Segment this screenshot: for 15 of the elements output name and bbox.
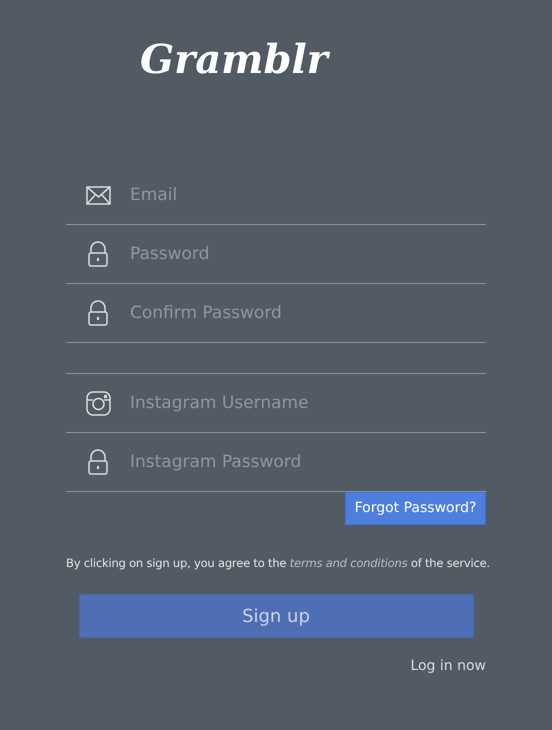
logo: Gramblr <box>140 40 328 80</box>
input-field[interactable]: Instagram Username <box>130 374 486 432</box>
camera-icon <box>86 390 110 416</box>
forgot-password-button[interactable]: Forgot Password? <box>345 492 486 525</box>
input-field[interactable]: Email <box>130 166 486 224</box>
terms-link[interactable]: terms and conditions <box>290 556 408 570</box>
lock-icon <box>87 449 109 475</box>
lock-icon <box>87 300 109 326</box>
input-field[interactable]: Confirm Password <box>130 284 486 342</box>
log-in-link[interactable]: Log in now <box>410 656 486 678</box>
lock-icon <box>87 241 109 267</box>
sign-up-button[interactable]: Sign up <box>78 594 474 638</box>
input-field[interactable]: Password <box>130 225 486 283</box>
envelope-icon <box>86 186 110 204</box>
input-field[interactable]: Instagram Password <box>130 433 486 491</box>
